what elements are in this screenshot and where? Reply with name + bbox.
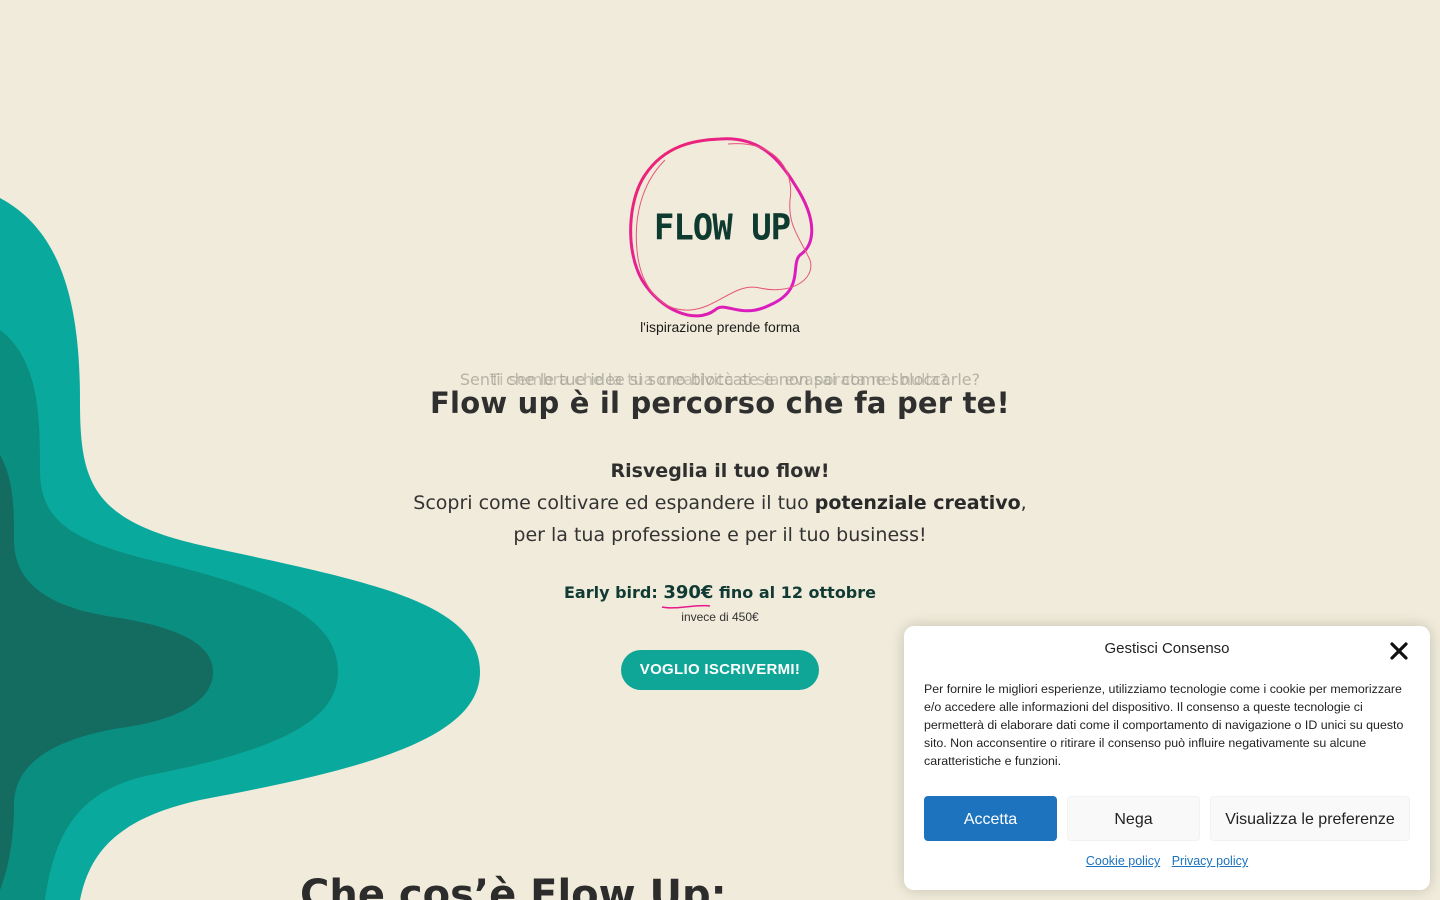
early-bird-deadline: fino al 12 ottobre <box>713 583 876 602</box>
hero-subheading: Risveglia il tuo flow! <box>610 460 830 482</box>
enroll-button[interactable]: VOGLIO ISCRIVERMI! <box>621 650 819 690</box>
flow-up-logo[interactable]: FLOW UP l'ispirazione prende forma <box>620 130 820 345</box>
desc-bold-text: potenziale creativo <box>814 492 1021 514</box>
consent-title: Gestisci Consenso <box>1104 640 1230 657</box>
price-value: 390€ <box>663 582 714 603</box>
cookie-consent-dialog: Gestisci Consenso Per fornire le miglior… <box>904 626 1430 890</box>
cookie-policy-link[interactable]: Cookie policy <box>1086 854 1160 868</box>
accept-button[interactable]: Accetta <box>924 796 1057 841</box>
page: FLOW UP l'ispirazione prende forma Senti… <box>0 0 1440 900</box>
consent-message: Per fornire le migliori esperienze, util… <box>924 682 1404 768</box>
view-preferences-button[interactable]: Visualizza le preferenze <box>1210 796 1410 841</box>
hero-headline: Flow up è il percorso che fa per te! <box>430 386 1010 420</box>
consent-links: Cookie policy Privacy policy <box>904 854 1430 868</box>
early-bird-offer: Early bird: 390€ fino al 12 ottobre <box>440 582 1000 609</box>
desc-text: Scopri come coltivare ed espandere il tu… <box>413 492 815 514</box>
close-icon[interactable] <box>1388 640 1410 662</box>
hero-description-line-2: per la tua professione e per il tuo busi… <box>513 524 927 546</box>
logo-tagline: l'ispirazione prende forma <box>640 319 800 335</box>
pink-underline-icon <box>662 604 711 609</box>
logo-wordmark: FLOW UP <box>653 207 791 249</box>
early-bird-price: 390€ <box>662 582 714 609</box>
hero-description-line-1: Scopri come coltivare ed espandere il tu… <box>300 492 1140 514</box>
early-bird-label: Early bird: <box>563 583 664 602</box>
privacy-policy-link[interactable]: Privacy policy <box>1172 854 1248 868</box>
section-title: Che cos’è Flow Up: <box>300 872 727 900</box>
desc-punct: , <box>1020 492 1027 514</box>
original-price: invece di 450€ <box>681 610 759 624</box>
deny-button[interactable]: Nega <box>1067 796 1200 841</box>
